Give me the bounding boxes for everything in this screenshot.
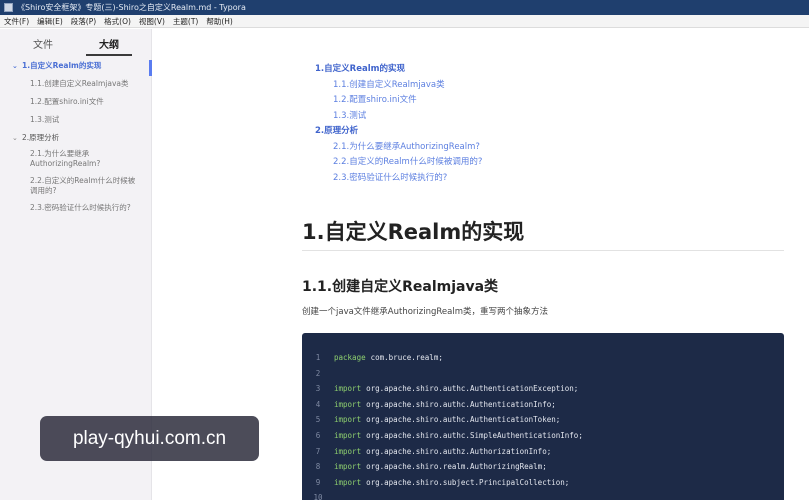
outline-item-label: 2.2.自定义的Realm什么时候被调用的?: [30, 176, 136, 195]
code-line: 3 import org.apache.shiro.authc.Authentica…: [302, 381, 784, 397]
code-text: com.bruce.realm;: [370, 353, 443, 362]
code-line: 5 import org.apache.shiro.authc.Authentica…: [302, 412, 784, 428]
outline-item-h2[interactable]: ⌄ 1.自定义Realm的实现: [0, 61, 152, 79]
toc-link[interactable]: 2.原理分析: [315, 124, 482, 140]
code-block[interactable]: 1 package com.bruce.realm; 2 3 import org.ap…: [302, 333, 784, 500]
outline-item-label: 2.3.密码验证什么时候执行的?: [30, 203, 131, 212]
outline-item-label: 1.2.配置shiro.ini文件: [30, 97, 104, 106]
menu-format[interactable]: 格式(O): [104, 15, 131, 27]
window-title: 《Shiro安全框架》专题(三)-Shiro之自定义Realm.md - Typ…: [17, 3, 246, 12]
code-line: 6 import org.apache.shiro.authc.SimpleAuth…: [302, 428, 784, 444]
code-text: org.apache.shiro.authz.AuthorizationInfo…: [366, 446, 552, 456]
code-line: 8 import org.apache.shiro.realm.Authorizin…: [302, 459, 784, 475]
code-keyword: import: [334, 399, 362, 409]
code-line: 9 import org.apache.shiro.subject.Principa…: [302, 475, 784, 491]
toc-link[interactable]: 1.3.测试: [315, 109, 482, 125]
paragraph: 创建一个java文件继承AuthorizingRealm类，重写两个抽象方法: [302, 307, 548, 317]
menu-help[interactable]: 帮助(H): [206, 15, 233, 27]
code-keyword: import: [334, 384, 362, 394]
toc-link[interactable]: 1.2.配置shiro.ini文件: [315, 93, 482, 109]
sidebar-tabs: 文件 大纲: [0, 29, 151, 56]
menu-theme[interactable]: 主题(T): [173, 15, 198, 27]
code-line: 7 import org.apache.shiro.authz.Authorizat…: [302, 444, 784, 460]
code-text: org.apache.shiro.authc.SimpleAuthenticat…: [366, 430, 583, 440]
outline-list: ⌄ 1.自定义Realm的实现 1.1.创建自定义Realmjava类 1.2.…: [0, 61, 152, 221]
line-number: 10: [313, 493, 323, 500]
menu-view[interactable]: 视图(V): [139, 15, 165, 27]
code-keyword: import: [334, 462, 362, 472]
code-line: 1 package com.bruce.realm;: [302, 350, 784, 366]
menu-file[interactable]: 文件(F): [4, 15, 29, 27]
outline-item-h3[interactable]: 1.3.测试: [0, 115, 152, 133]
heading-h1: 1.自定义Realm的实现: [302, 220, 525, 244]
line-number: 4: [315, 399, 321, 409]
line-number: 3: [315, 384, 321, 394]
outline-item-h3[interactable]: 2.2.自定义的Realm什么时候被调用的?: [0, 176, 152, 203]
code-text: org.apache.shiro.realm.AuthorizingRealm;: [366, 462, 547, 472]
toc-link[interactable]: 1.1.创建自定义Realmjava类: [315, 78, 482, 94]
line-number: 9: [315, 477, 321, 487]
line-number: 2: [315, 368, 321, 378]
menu-paragraph[interactable]: 段落(P): [71, 15, 96, 27]
table-of-contents: 1.自定义Realm的实现 1.1.创建自定义Realmjava类 1.2.配置…: [315, 62, 482, 186]
outline-item-h3[interactable]: 2.3.密码验证什么时候执行的?: [0, 203, 152, 221]
code-line: 4 import org.apache.shiro.authc.Authentica…: [302, 397, 784, 413]
code-text: org.apache.shiro.authc.AuthenticationExc…: [366, 384, 579, 394]
outline-item-label: 1.自定义Realm的实现: [22, 61, 102, 70]
outline-item-h3[interactable]: 1.1.创建自定义Realmjava类: [0, 79, 152, 97]
code-text: org.apache.shiro.authc.AuthenticationInf…: [366, 399, 556, 409]
heading-divider: [302, 250, 784, 251]
line-number: 1: [315, 353, 321, 362]
menu-bar: 文件(F) 编辑(E) 段落(P) 格式(O) 视图(V) 主题(T) 帮助(H…: [0, 15, 809, 28]
outline-item-h2[interactable]: ⌄ 2.原理分析: [0, 133, 152, 150]
window-title-bar: 《Shiro安全框架》专题(三)-Shiro之自定义Realm.md - Typ…: [0, 0, 809, 15]
code-line: 2: [302, 366, 784, 382]
code-keyword: import: [334, 446, 362, 456]
toc-link[interactable]: 2.2.自定义的Realm什么时候被调用的?: [315, 155, 482, 171]
line-number: 5: [315, 415, 321, 425]
line-number: 7: [315, 446, 321, 456]
code-keyword: import: [334, 430, 362, 440]
outline-item-h3[interactable]: 2.1.为什么要继承AuthorizingRealm?: [0, 149, 152, 176]
chevron-down-icon[interactable]: ⌄: [12, 133, 18, 143]
code-keyword: import: [334, 415, 362, 425]
toc-link[interactable]: 1.自定义Realm的实现: [315, 62, 482, 78]
watermark: play-qyhui.com.cn: [40, 416, 259, 461]
outline-item-label: 2.原理分析: [22, 133, 60, 142]
outline-item-label: 2.1.为什么要继承AuthorizingRealm?: [30, 149, 101, 168]
outline-item-label: 1.1.创建自定义Realmjava类: [30, 79, 129, 88]
toc-link[interactable]: 2.1.为什么要继承AuthorizingRealm?: [315, 140, 482, 156]
toc-link[interactable]: 2.3.密码验证什么时候执行的?: [315, 171, 482, 187]
code-text: org.apache.shiro.subject.PrincipalCollec…: [366, 477, 570, 487]
tab-outline[interactable]: 大纲: [79, 36, 139, 56]
tab-files[interactable]: 文件: [13, 36, 73, 51]
code-keyword: import: [334, 477, 362, 487]
menu-edit[interactable]: 编辑(E): [37, 15, 63, 27]
line-number: 6: [315, 430, 321, 440]
heading-h2: 1.1.创建自定义Realmjava类: [302, 279, 499, 295]
code-line: 10: [302, 490, 784, 500]
outline-item-h3[interactable]: 1.2.配置shiro.ini文件: [0, 97, 152, 115]
code-text: org.apache.shiro.authc.AuthenticationTok…: [366, 415, 561, 425]
line-number: 8: [315, 462, 321, 472]
code-keyword: package: [334, 353, 366, 362]
chevron-down-icon[interactable]: ⌄: [12, 61, 18, 71]
outline-item-label: 1.3.测试: [30, 115, 60, 124]
typora-app-icon: [4, 3, 13, 12]
